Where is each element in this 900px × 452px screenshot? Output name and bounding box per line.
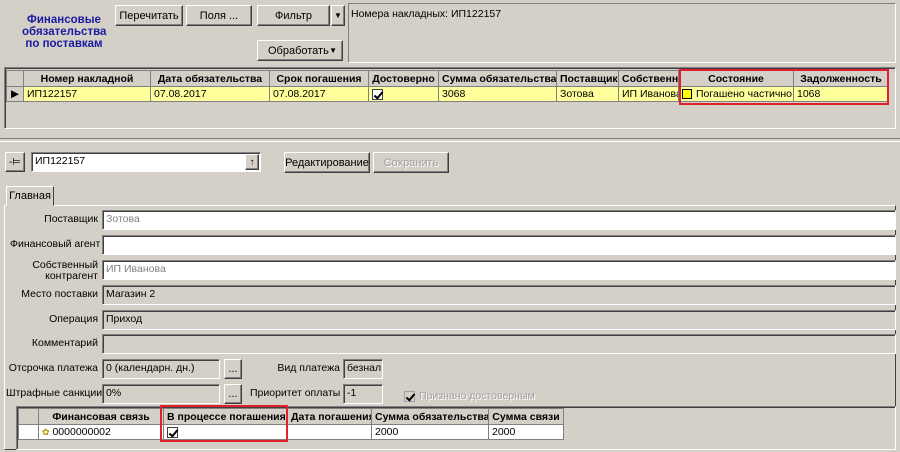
- paytype-field[interactable]: безнал.: [343, 359, 383, 379]
- col-reliable[interactable]: Достоверно: [368, 70, 439, 87]
- cell-owner[interactable]: ИП Иванова: [618, 86, 679, 102]
- delay-label: Отсрочка платежа: [8, 362, 98, 374]
- fin-link-text: 0000000002: [52, 426, 111, 438]
- highlight-in-progress: [160, 405, 288, 442]
- filter-dropdown-button[interactable]: ▼: [331, 5, 345, 26]
- cell-invoice[interactable]: ИП122157: [23, 86, 151, 102]
- row-pointer-icon: ▶: [6, 86, 24, 102]
- filter-button-label: Фильтр: [275, 9, 312, 22]
- col-supplier[interactable]: Поставщик: [556, 70, 619, 87]
- operation-label: Операция: [49, 313, 98, 325]
- row-indicator: [18, 424, 39, 440]
- edit-button[interactable]: Редактирование: [284, 152, 370, 173]
- col-invoice[interactable]: Номер накладной: [23, 70, 151, 87]
- agent-field[interactable]: [102, 235, 896, 255]
- cell-obligation-date[interactable]: 07.08.2017: [150, 86, 270, 102]
- owner-label-line2: контрагент: [45, 270, 98, 282]
- col-obligation-amount[interactable]: Сумма обязательства: [371, 408, 489, 425]
- bottom-grid: Финансовая связь В процессе погашения Да…: [18, 408, 564, 440]
- agent-label: Финансовый агент: [10, 238, 101, 250]
- supplier-label: Поставщик: [44, 213, 98, 225]
- filter-text-area: Номера накладных: ИП122157: [348, 3, 896, 63]
- col-amount[interactable]: Сумма обязательства: [438, 70, 557, 87]
- cell-reliable[interactable]: [368, 86, 439, 102]
- process-button[interactable]: Обработать ▼: [257, 40, 343, 61]
- process-button-label: Обработать: [268, 44, 329, 57]
- chevron-down-icon: ▼: [334, 11, 342, 20]
- highlight-state-debt: [679, 69, 889, 105]
- filter-button[interactable]: Фильтр: [257, 5, 330, 26]
- recognized-label: Признано достоверным: [419, 390, 535, 402]
- col-due-date[interactable]: Срок погашения: [269, 70, 369, 87]
- recognized-checkbox[interactable]: [404, 390, 415, 402]
- penalty-ellipsis-button[interactable]: ...: [224, 384, 242, 404]
- tab-main-label: Главная: [9, 190, 51, 202]
- delay-field[interactable]: 0 (календарн. дн.): [102, 359, 220, 379]
- row-indicator-header: [6, 70, 24, 87]
- arrow-up-icon: ↑: [249, 156, 255, 168]
- cell-supplier[interactable]: Зотова: [556, 86, 619, 102]
- supplier-field[interactable]: Зотова: [102, 210, 896, 230]
- pin-icon: -⊨: [8, 156, 22, 168]
- penalty-field[interactable]: 0%: [102, 384, 220, 404]
- priority-label: Приоритет оплаты: [250, 387, 341, 399]
- operation-field[interactable]: Приход: [102, 310, 896, 330]
- table-row[interactable]: ✿ 0000000002 2000 2000: [18, 424, 564, 440]
- col-obligation-date[interactable]: Дата обязательства: [150, 70, 270, 87]
- save-button[interactable]: Сохранить: [373, 152, 449, 173]
- chevron-down-icon: ▼: [329, 46, 337, 55]
- col-pay-date[interactable]: Дата погашения: [287, 408, 372, 425]
- page-title: Финансовые обязательства по поставкам: [22, 14, 106, 50]
- cell-fin-link[interactable]: ✿ 0000000002: [38, 424, 164, 440]
- owner-label: Собственный контрагент: [10, 260, 98, 282]
- cell-amount[interactable]: 3068: [438, 86, 557, 102]
- row-indicator-header: [18, 408, 39, 425]
- owner-field[interactable]: ИП Иванова: [102, 260, 896, 280]
- link-icon: ✿: [42, 427, 50, 437]
- record-field[interactable]: ИП122157: [31, 152, 261, 172]
- col-fin-link[interactable]: Финансовая связь: [38, 408, 164, 425]
- navigate-up-button[interactable]: ↑: [245, 154, 259, 170]
- bottom-grid-header: Финансовая связь В процессе погашения Да…: [18, 408, 564, 425]
- reliable-checkbox[interactable]: [372, 88, 383, 100]
- cell-obligation-amount[interactable]: 2000: [371, 424, 489, 440]
- comment-label: Комментарий: [31, 337, 98, 349]
- recalc-button[interactable]: Перечитать: [115, 5, 183, 26]
- fields-button[interactable]: Поля ...: [186, 5, 252, 26]
- place-label: Место поставки: [21, 288, 98, 300]
- tab-main[interactable]: Главная: [6, 186, 54, 206]
- cell-pay-date[interactable]: [287, 424, 372, 440]
- cell-link-amount[interactable]: 2000: [488, 424, 564, 440]
- col-link-amount[interactable]: Сумма связи: [488, 408, 564, 425]
- comment-field[interactable]: [102, 334, 896, 354]
- splitter[interactable]: [0, 138, 900, 142]
- cell-due-date[interactable]: 07.08.2017: [269, 86, 369, 102]
- penalty-label: Штрафные санкции: [6, 387, 103, 399]
- delay-ellipsis-button[interactable]: ...: [224, 359, 242, 379]
- recognized-checkbox-group[interactable]: Признано достоверным: [404, 390, 535, 402]
- col-owner[interactable]: Собственн: [618, 70, 679, 87]
- paytype-label: Вид платежа: [277, 362, 340, 374]
- filter-text: Номера накладных: ИП122157: [351, 8, 502, 20]
- place-field[interactable]: Магазин 2: [102, 285, 896, 305]
- pin-button[interactable]: -⊨: [5, 152, 25, 172]
- priority-field[interactable]: -1: [343, 384, 383, 404]
- page-title-text: Финансовые обязательства по поставкам: [22, 14, 107, 50]
